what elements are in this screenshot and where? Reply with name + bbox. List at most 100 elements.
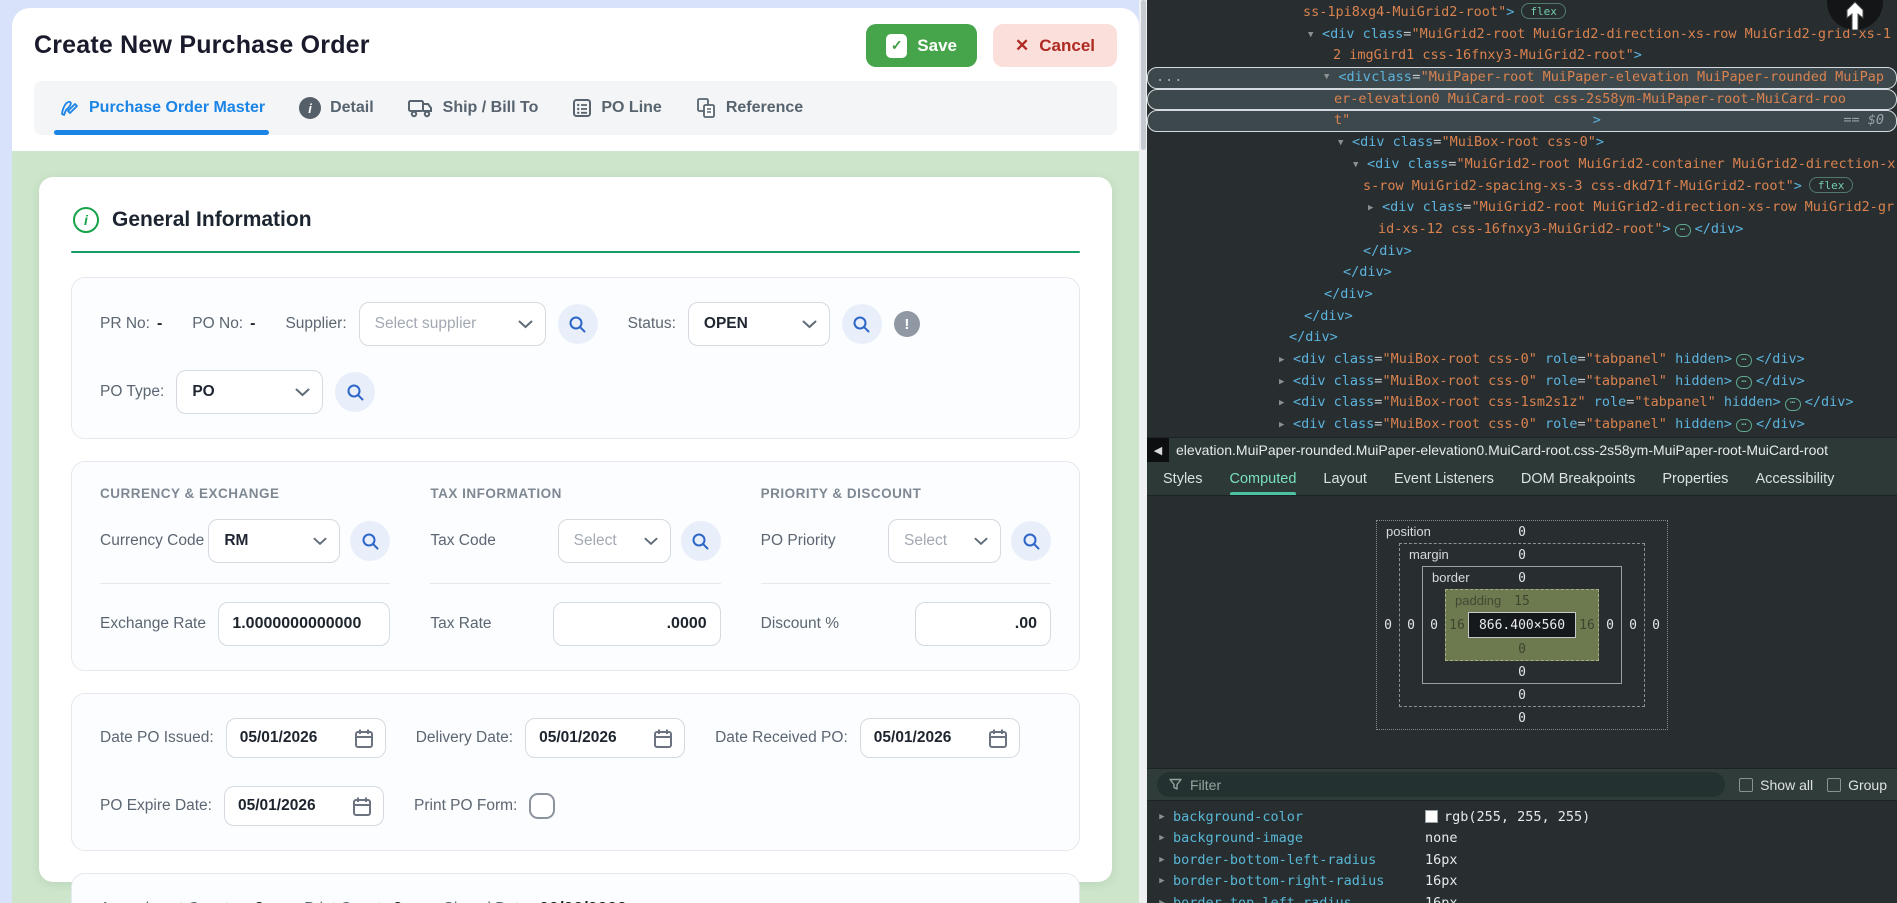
expand-ellipsis-icon[interactable]: ⋯ <box>1736 419 1752 432</box>
dom-tree-node[interactable]: </div> <box>1147 306 1897 328</box>
devtools-tab-dom-breakpoints[interactable]: DOM Breakpoints <box>1521 462 1635 495</box>
dom-tree-node[interactable]: s-row MuiGrid2-spacing-xs-3 css-dkd71f-M… <box>1147 176 1897 198</box>
expand-ellipsis-icon[interactable]: ⋯ <box>1675 224 1691 237</box>
dom-tree-node[interactable]: ▼<div class="MuiBox-root css-0"> <box>1147 132 1897 154</box>
date-po-issued-input[interactable]: 05/01/2026 <box>226 718 386 758</box>
devtools-tab-styles[interactable]: Styles <box>1163 462 1203 495</box>
code-segment: "MuiBox-root css-1sm2s1z" <box>1382 394 1585 410</box>
cancel-button[interactable]: ✕ Cancel <box>993 24 1117 67</box>
tree-arrow-icon[interactable]: ▼ <box>1324 67 1338 89</box>
po-priority-search-button[interactable] <box>1011 521 1051 561</box>
dom-tree-node[interactable]: ▼<div class="MuiGrid2-root MuiGrid2-cont… <box>1147 154 1897 176</box>
devtools-tab-event-listeners[interactable]: Event Listeners <box>1394 462 1494 495</box>
exchange-rate-label: Exchange Rate <box>100 615 218 633</box>
dom-tree-node[interactable]: </div> <box>1147 327 1897 349</box>
computed-property-row[interactable]: ▶border-bottom-right-radius16px <box>1147 871 1897 893</box>
dom-tree-node[interactable]: 2 imgGird1 css-16fnxy3-MuiGrid2-root"> <box>1147 45 1897 67</box>
delivery-date-input[interactable]: 05/01/2026 <box>525 718 685 758</box>
info-icon: i <box>299 97 321 119</box>
dom-tree-node[interactable]: ▶<div class="MuiBox-root css-1sm2s1z" ro… <box>1147 392 1897 414</box>
currency-code-label: Currency Code <box>100 532 208 550</box>
status-search-button[interactable] <box>842 304 882 344</box>
dom-tree-node[interactable]: ▶<div class="MuiBox-root css-0" role="ta… <box>1147 414 1897 436</box>
tab-detail[interactable]: iDetail <box>299 81 374 135</box>
currency-search-button[interactable] <box>350 521 390 561</box>
dom-tree-node[interactable]: ▼<div class="MuiGrid2-root MuiGrid2-dire… <box>1147 24 1897 46</box>
expand-arrow-icon[interactable]: ▶ <box>1155 855 1169 865</box>
group-checkbox[interactable]: Group <box>1827 777 1887 793</box>
tab-ship-bill-to[interactable]: Ship / Bill To <box>408 81 539 135</box>
tab-reference[interactable]: Reference <box>696 81 803 135</box>
tree-arrow-icon[interactable]: ▶ <box>1279 393 1293 415</box>
dom-tree-node[interactable]: ss-1pi8xg4-MuiGrid2-root">flex <box>1147 2 1897 24</box>
dom-tree-node[interactable]: ...▼<div class="MuiPaper-root MuiPaper-e… <box>1147 67 1897 89</box>
computed-property-row[interactable]: ▶background-colorrgb(255, 255, 255) <box>1147 806 1897 828</box>
node-menu-dots[interactable]: ... <box>1156 67 1183 89</box>
status-select[interactable]: OPEN <box>688 302 830 346</box>
dom-tree-node[interactable]: ▶<div class="MuiGrid2-root MuiGrid2-dire… <box>1147 197 1897 219</box>
tree-arrow-icon[interactable]: ▶ <box>1279 415 1293 437</box>
po-type-select[interactable]: PO <box>176 370 323 414</box>
tax-code-search-button[interactable] <box>681 521 721 561</box>
app-scrollbar[interactable] <box>1139 0 1147 903</box>
dom-tree-node[interactable]: </div> <box>1147 262 1897 284</box>
currency-code-select[interactable]: RM <box>208 519 340 563</box>
tree-arrow-icon[interactable]: ▶ <box>1368 198 1382 220</box>
exchange-rate-input[interactable]: 1.0000000000000 <box>218 602 390 646</box>
tax-rate-input[interactable]: .0000 <box>553 602 721 646</box>
devtools-tab-layout[interactable]: Layout <box>1323 462 1367 495</box>
filter-input[interactable]: Filter <box>1157 772 1725 797</box>
expand-arrow-icon[interactable]: ▶ <box>1155 876 1169 886</box>
po-type-search-button[interactable] <box>335 372 375 412</box>
po-no-value: - <box>250 315 255 333</box>
tax-code-select[interactable]: Select <box>558 519 671 563</box>
tree-arrow-icon[interactable]: ▼ <box>1338 133 1352 155</box>
tree-arrow-icon[interactable]: ▼ <box>1353 155 1367 177</box>
supplier-select[interactable]: Select supplier <box>359 302 546 346</box>
date-received-input[interactable]: 05/01/2026 <box>860 718 1020 758</box>
breadcrumb[interactable]: elevation.MuiPaper-rounded.MuiPaper-elev… <box>1169 442 1828 458</box>
code-segment: </div> <box>1289 329 1338 345</box>
devtools-tab-accessibility[interactable]: Accessibility <box>1755 462 1834 495</box>
expand-ellipsis-icon[interactable]: ⋯ <box>1736 354 1752 367</box>
dom-tree-node[interactable]: t"> == $0 <box>1147 110 1897 132</box>
dom-tree-node[interactable]: </div> <box>1147 241 1897 263</box>
po-priority-select[interactable]: Select <box>888 519 1001 563</box>
devtools-tab-properties[interactable]: Properties <box>1662 462 1728 495</box>
po-expire-input[interactable]: 05/01/2026 <box>224 786 384 826</box>
tree-arrow-icon[interactable]: ▶ <box>1279 350 1293 372</box>
tab-purchase-order-master[interactable]: Purchase Order Master <box>58 81 265 135</box>
print-po-form-checkbox[interactable] <box>529 793 555 819</box>
expand-arrow-icon[interactable]: ▶ <box>1155 812 1169 822</box>
expand-arrow-icon[interactable]: ▶ <box>1155 898 1169 903</box>
scrollbar-thumb[interactable] <box>1141 0 1146 150</box>
expand-ellipsis-icon[interactable]: ⋯ <box>1785 398 1801 411</box>
tree-arrow-icon[interactable]: ▼ <box>1308 25 1322 47</box>
supplier-search-button[interactable] <box>558 304 598 344</box>
save-button[interactable]: ✓ Save <box>866 24 977 67</box>
tree-arrow-icon[interactable]: ▶ <box>1279 372 1293 394</box>
devtools-tab-computed[interactable]: Computed <box>1230 462 1297 495</box>
dom-tree-node[interactable]: ▶<div class="MuiBox-root css-0" role="ta… <box>1147 349 1897 371</box>
computed-property-row[interactable]: ▶background-imagenone <box>1147 828 1897 850</box>
code-segment: hidden <box>1667 373 1724 389</box>
dom-tree-node[interactable]: ▶<div class="MuiBox-root css-0" role="ta… <box>1147 371 1897 393</box>
tab-label: Purchase Order Master <box>89 99 265 117</box>
expand-ellipsis-icon[interactable]: ⋯ <box>1736 376 1752 389</box>
expand-arrow-icon[interactable]: ▶ <box>1155 833 1169 843</box>
print-po-form-label: Print PO Form: <box>414 797 517 815</box>
show-all-checkbox[interactable]: Show all <box>1739 777 1813 793</box>
flex-badge[interactable]: flex <box>1809 177 1854 193</box>
computed-property-row[interactable]: ▶border-bottom-left-radius16px <box>1147 849 1897 871</box>
dom-tree-node[interactable]: er-elevation0 MuiCard-root css-2s58ym-Mu… <box>1147 89 1897 111</box>
code-segment: t" <box>1334 110 1350 132</box>
tab-po-line[interactable]: PO Line <box>572 81 661 135</box>
dom-tree-node[interactable]: id-xs-12 css-16fnxy3-MuiGrid2-root">⋯</d… <box>1147 219 1897 241</box>
breadcrumb-back-button[interactable]: ◀ <box>1147 438 1169 463</box>
code-segment: role <box>1537 373 1578 389</box>
computed-property-row[interactable]: ▶border-top-left-radius16px <box>1147 892 1897 903</box>
discount-input[interactable]: .00 <box>915 602 1051 646</box>
dom-tree-node[interactable]: </div> <box>1147 284 1897 306</box>
flex-badge[interactable]: flex <box>1521 3 1566 19</box>
padding-top: 15 <box>1514 594 1530 609</box>
